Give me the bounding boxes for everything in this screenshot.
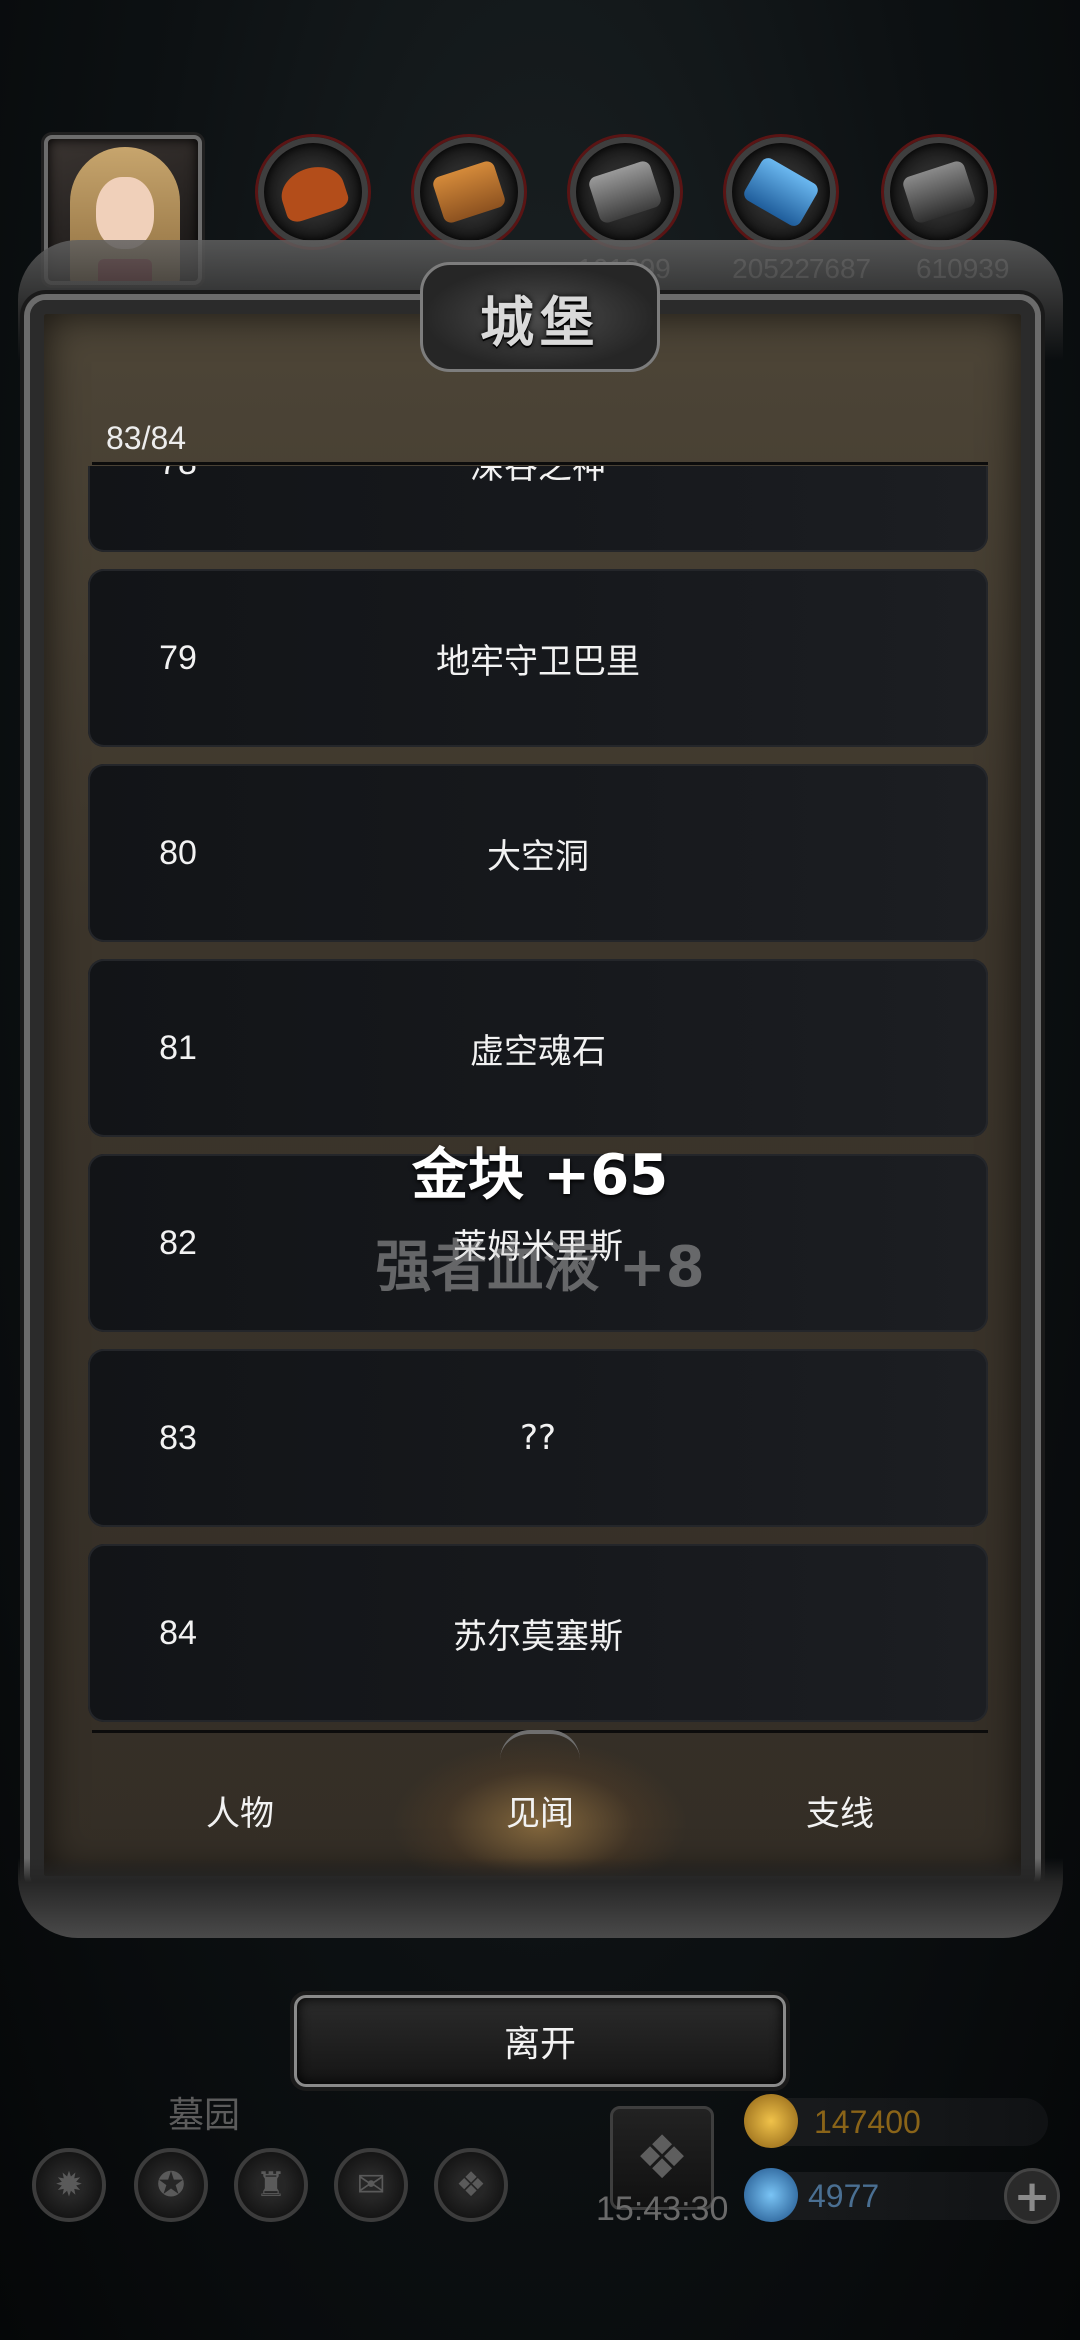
list-item[interactable]: 78 深谷之神 — [88, 466, 988, 552]
entry-number: 83 — [159, 1418, 197, 1457]
entry-number: 78 — [118, 466, 238, 552]
list-top-divider — [92, 462, 988, 465]
gem-icon — [744, 2168, 798, 2222]
panel-title-plate: 城堡 — [420, 262, 660, 372]
iron-icon — [587, 159, 663, 225]
add-currency-button[interactable]: + — [1004, 2168, 1060, 2224]
meat-resource-slot[interactable] — [258, 137, 368, 247]
crystal-resource-slot[interactable] — [726, 137, 836, 247]
reward-popup-primary: 金块 +65 — [411, 1143, 669, 1208]
entry-name: 苏尔莫塞斯 — [453, 1616, 623, 1657]
leave-button[interactable]: 离开 — [294, 1995, 786, 2087]
location-label: 墓园 — [168, 2095, 241, 2136]
entry-name: 地牢守卫巴里 — [436, 641, 640, 682]
wood-icon — [431, 159, 507, 225]
wood-resource-slot[interactable] — [414, 137, 524, 247]
entry-list[interactable]: 78 深谷之神 79 地牢守卫巴里 80 大空洞 81 虚空魂石 82 莱姆米里… — [88, 466, 988, 1728]
emblem-icon[interactable]: ✪ — [134, 2148, 208, 2222]
stone-resource-slot[interactable] — [884, 137, 994, 247]
gem-amount: 4977 — [808, 2178, 880, 2214]
progress-counter: 83/84 — [106, 420, 187, 456]
entry-number: 84 — [159, 1613, 197, 1652]
stone-icon — [901, 159, 977, 225]
entry-name: 深谷之神 — [470, 466, 606, 487]
avatar-face — [96, 177, 154, 249]
entry-name: 大空洞 — [487, 836, 589, 877]
reward-popup-secondary: 强者血液 +8 — [375, 1235, 705, 1300]
list-item[interactable]: 83 ?? — [88, 1349, 988, 1527]
gold-coin-icon — [744, 2094, 798, 2148]
gold-amount: 147400 — [814, 2104, 921, 2140]
entry-name: 虚空魂石 — [470, 1031, 606, 1072]
list-item[interactable]: 80 大空洞 — [88, 764, 988, 942]
castle-icon[interactable]: ♜ — [234, 2148, 308, 2222]
crystal-icon — [741, 155, 821, 229]
panel-title: 城堡 — [480, 290, 600, 354]
list-item[interactable]: 84 苏尔莫塞斯 — [88, 1544, 988, 1722]
entry-number: 80 — [159, 833, 197, 872]
list-item[interactable]: 79 地牢守卫巴里 — [88, 569, 988, 747]
clock: 15:43:30 — [596, 2190, 729, 2228]
meat-icon — [275, 159, 351, 225]
mail-icon[interactable]: ✉ — [334, 2148, 408, 2222]
entry-number: 79 — [159, 638, 197, 677]
entry-name: ?? — [519, 1418, 557, 1458]
settings-icon[interactable]: ✹ — [32, 2148, 106, 2222]
entry-number: 81 — [159, 1028, 197, 1067]
handshake-icon[interactable]: ❖ — [434, 2148, 508, 2222]
list-item[interactable]: 81 虚空魂石 — [88, 959, 988, 1137]
panel-bottom-ornament — [18, 1858, 1063, 1938]
iron-resource-slot[interactable] — [570, 137, 680, 247]
